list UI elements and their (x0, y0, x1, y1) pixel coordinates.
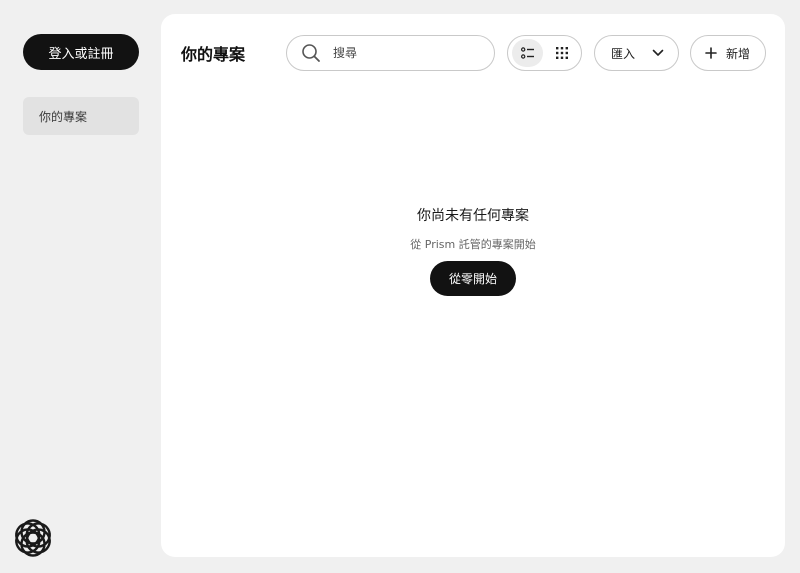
plus-icon (705, 47, 717, 59)
grid-view-icon (555, 44, 568, 63)
import-label: 匯入 (611, 46, 636, 61)
flower-logo-icon[interactable] (14, 519, 52, 557)
list-view-icon (520, 44, 535, 63)
import-dropdown-button[interactable]: 匯入 (594, 35, 679, 71)
list-view-button[interactable] (512, 39, 543, 67)
login-button-label: 登入或註冊 (48, 46, 114, 62)
login-or-register-button[interactable]: 登入或註冊 (23, 34, 139, 70)
search-icon (301, 43, 321, 63)
main-panel: 你的專案 搜尋 匯入 新增 你尚未有任何專案 從 Prism 託管的專案開始 從… (161, 14, 785, 557)
sidebar: 登入或註冊 你的專案 (0, 0, 160, 573)
view-mode-toggle (507, 35, 582, 71)
search-box[interactable] (286, 35, 495, 71)
start-from-scratch-button[interactable]: 從零開始 (430, 261, 516, 296)
start-button-label: 從零開始 (448, 272, 497, 286)
grid-view-button[interactable] (546, 39, 577, 67)
sidebar-item-your-projects[interactable]: 你的專案 (23, 97, 139, 135)
sidebar-item-label: 你的專案 (39, 109, 88, 124)
new-project-button[interactable]: 新增 (690, 35, 766, 71)
chevron-down-icon (652, 46, 664, 60)
search-input[interactable] (333, 46, 473, 60)
new-label: 新增 (726, 46, 751, 61)
empty-state-subtitle: 從 Prism 託管的專案開始 (410, 238, 536, 251)
page-title: 你的專案 (181, 45, 246, 64)
empty-state-title: 你尚未有任何專案 (417, 208, 529, 224)
